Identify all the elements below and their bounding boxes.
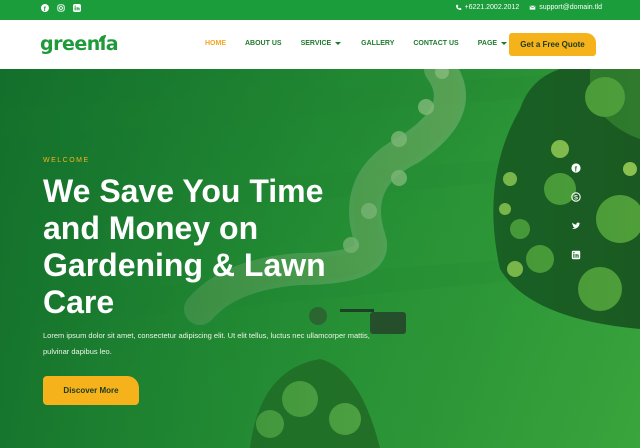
nav-contact-us[interactable]: CONTACT US <box>413 40 458 47</box>
site-header: greenia HOME ABOUT US SERVICE GALLERY CO… <box>0 20 640 69</box>
nav-home[interactable]: HOME <box>205 40 226 47</box>
hero-description: Lorem ipsum dolor sit amet, consectetur … <box>43 331 370 356</box>
hero-headline: We Save You Time and Money on Gardening … <box>43 173 326 320</box>
linkedin-icon[interactable] <box>73 4 81 12</box>
nav-gallery-label: GALLERY <box>361 40 395 47</box>
linkedin-icon[interactable] <box>571 250 581 260</box>
nav-service-label: SERVICE <box>300 40 332 47</box>
chevron-down-icon <box>501 42 508 45</box>
svg-text:f: f <box>44 6 47 12</box>
facebook-icon[interactable]: f <box>571 163 581 173</box>
leaf-logo-icon <box>98 34 107 43</box>
svg-text:S: S <box>574 196 578 202</box>
hero-social-links: f S <box>571 163 581 260</box>
phone-number: +6221.2002.2012 <box>464 4 520 11</box>
nav-gallery[interactable]: GALLERY <box>361 40 394 47</box>
get-quote-button[interactable]: Get a Free Quote <box>509 33 596 56</box>
facebook-icon[interactable]: f <box>41 4 49 12</box>
hero-section: WELCOME We Save You Time and Money on Ga… <box>0 69 640 448</box>
topbar-contact: +6221.2002.2012 support@domain.tld <box>455 4 602 11</box>
twitter-icon[interactable] <box>571 221 581 231</box>
topbar-social-links: f <box>41 4 81 12</box>
nav-service[interactable]: SERVICE <box>301 40 342 47</box>
discover-more-button[interactable]: Discover More <box>43 376 139 405</box>
chevron-down-icon <box>335 42 342 45</box>
top-bar: f +6221.2002.2012 support@domain.tld <box>0 0 640 20</box>
topbar-email[interactable]: support@domain.tld <box>529 4 602 11</box>
instagram-icon[interactable] <box>57 4 65 12</box>
main-navigation: HOME ABOUT US SERVICE GALLERY CONTACT US… <box>205 40 508 47</box>
nav-home-label: HOME <box>205 40 226 47</box>
nav-about-us[interactable]: ABOUT US <box>245 40 282 47</box>
email-address: support@domain.tld <box>539 4 602 11</box>
topbar-phone[interactable]: +6221.2002.2012 <box>455 4 520 11</box>
hero-eyebrow: WELCOME <box>43 157 90 164</box>
nav-about-label: ABOUT US <box>245 40 282 47</box>
nav-page-label: PAGE <box>477 40 498 47</box>
phone-icon <box>455 4 461 10</box>
envelope-icon <box>529 5 536 10</box>
nav-contact-label: CONTACT US <box>413 40 459 47</box>
nav-page[interactable]: PAGE <box>477 40 508 47</box>
skype-icon[interactable]: S <box>571 192 581 202</box>
